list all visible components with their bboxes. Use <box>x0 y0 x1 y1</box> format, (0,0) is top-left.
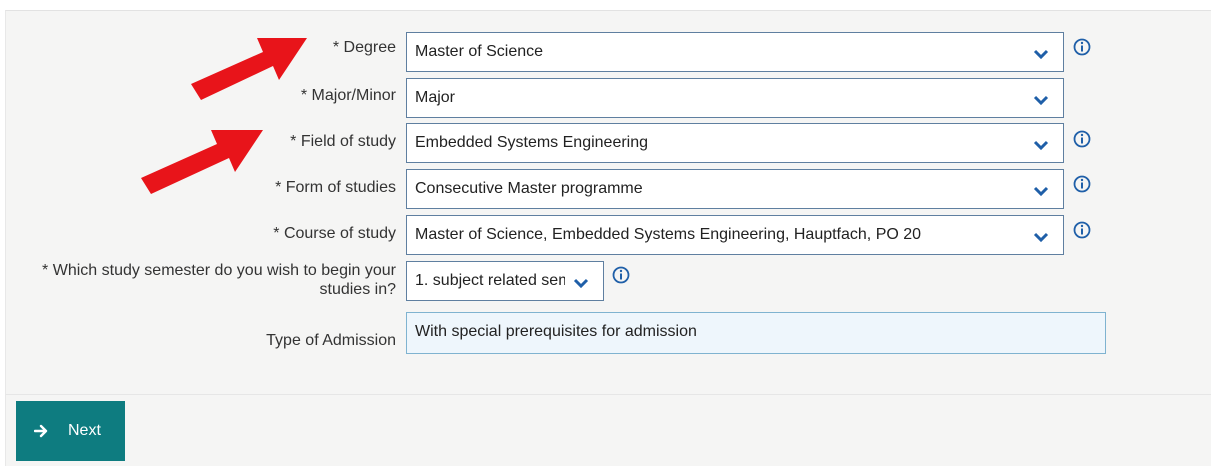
next-button-label: Next <box>68 422 101 439</box>
type-of-admission-label: Type of Admission <box>266 332 396 349</box>
type-of-admission-value: With special prerequisites for admission <box>415 323 697 340</box>
major-minor-label: * Major/Minor <box>300 87 396 104</box>
field-of-study-label: * Field of study <box>290 133 396 150</box>
study-semester-info-icon[interactable] <box>612 266 630 284</box>
field-of-study-select-value: Embedded Systems Engineering <box>415 134 649 151</box>
form-of-studies-label: * Form of studies <box>275 179 396 196</box>
form-of-studies-info-icon[interactable] <box>1073 175 1091 193</box>
red-arrow-annotation-icon <box>191 38 307 100</box>
chevron-down-icon <box>1033 49 1049 60</box>
course-of-study-select[interactable]: Master of Science, Embedded Systems Engi… <box>406 215 1064 255</box>
course-of-study-label: * Course of study <box>273 225 396 242</box>
field-of-study-select[interactable]: Embedded Systems Engineering <box>406 123 1064 163</box>
form-of-studies-select-value: Consecutive Master programme <box>415 180 643 197</box>
chevron-down-icon <box>1033 140 1049 151</box>
degree-select[interactable]: Master of Science <box>406 32 1064 72</box>
form-actions-area <box>5 395 1211 466</box>
type-of-admission-field: With special prerequisites for admission <box>406 312 1106 354</box>
form-of-studies-select[interactable]: Consecutive Master programme <box>406 169 1064 209</box>
chevron-down-icon <box>573 278 589 289</box>
major-minor-select-value: Major <box>415 89 456 106</box>
chevron-down-icon <box>1033 186 1049 197</box>
study-semester-label: * Which study semester do you wish to be… <box>42 262 396 298</box>
degree-select-value: Master of Science <box>415 43 544 60</box>
degree-info-icon[interactable] <box>1073 38 1091 56</box>
arrow-right-icon <box>34 424 48 438</box>
chevron-down-icon <box>1033 232 1049 243</box>
course-of-study-select-value: Master of Science, Embedded Systems Engi… <box>415 226 922 243</box>
major-minor-select[interactable]: Major <box>406 78 1064 118</box>
degree-label: * Degree <box>332 39 396 56</box>
chevron-down-icon <box>1033 95 1049 106</box>
study-semester-select[interactable]: 1. subject related semester <box>406 261 604 301</box>
course-of-study-info-icon[interactable] <box>1073 221 1091 239</box>
next-button[interactable]: Next <box>16 401 125 461</box>
study-semester-select-value: 1. subject related semester <box>415 272 565 289</box>
field-of-study-info-icon[interactable] <box>1073 130 1091 148</box>
application-form-page: * Degree Master of Science * Major/Minor… <box>0 0 1211 466</box>
red-arrow-annotation-icon <box>141 130 263 194</box>
